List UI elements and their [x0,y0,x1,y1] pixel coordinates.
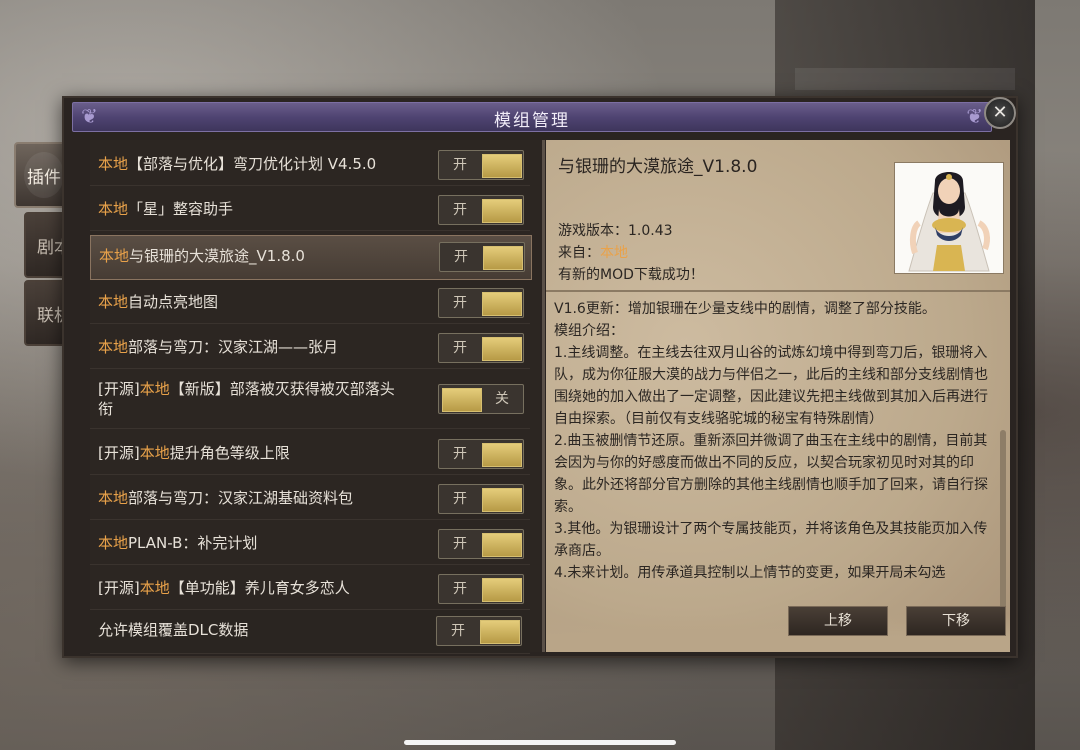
mod-toggle[interactable]: 开 [438,195,524,225]
mod-row[interactable]: [开源]本地【单功能】养儿育女多恋人 开 [90,566,530,610]
mod-toggle[interactable]: 开 [438,574,524,604]
mod-toggle[interactable]: 开 [438,439,524,469]
description-line: V1.6更新：增加银珊在少量支线中的剧情，调整了部分技能。 [554,301,936,317]
mod-list: 本地【部落与优化】弯刀优化计划 V4.5.0 开 本地「星」整容助手 开 本地与… [90,140,540,654]
mod-description: V1.6更新：增加银珊在少量支线中的剧情，调整了部分技能。 模组介绍： 1.主线… [554,298,996,584]
mod-row[interactable]: 本地部落与弯刀：汉家江湖基础资料包 开 [90,476,530,520]
mod-toggle[interactable]: 关 [438,384,524,414]
mod-row[interactable]: 本地【部落与优化】弯刀优化计划 V4.5.0 开 [90,142,530,186]
mod-toggle[interactable]: 开 [438,288,524,318]
mod-name: 本地【部落与优化】弯刀优化计划 V4.5.0 [98,155,377,173]
mod-row[interactable]: 本地部落与弯刀：汉家江湖——张月 开 [90,325,530,369]
description-line: 4.未来计划。用传承道具控制以上情节的变更，如果开局未勾选 [554,565,946,581]
description-line: 模组介绍： [554,323,624,339]
mod-name: 本地PLAN-B：补完计划 [98,534,258,552]
mod-row[interactable]: [开源]本地【新版】部落被灭获得被灭部落头衔 关 [90,370,530,429]
dlc-override-toggle[interactable]: 开 [436,616,522,646]
mod-name: 本地自动点亮地图 [98,293,219,311]
mod-name: [开源]本地【单功能】养儿育女多恋人 [98,579,350,597]
close-icon: ✕ [992,102,1008,123]
mod-toggle[interactable]: 开 [439,242,525,272]
move-down-button[interactable]: 下移 [906,606,1006,636]
close-button[interactable]: ✕ [984,97,1016,129]
mod-row[interactable]: [开源]本地提升角色等级上限 开 [90,431,530,475]
mod-row[interactable]: 本地自动点亮地图 开 [90,280,530,324]
character-portrait [894,162,1004,274]
download-status: 有新的MOD下载成功！ [558,267,704,283]
panel-divider [542,140,545,652]
mod-detail-header: 与银珊的大漠旅途_V1.8.0 游戏版本：1.0.43 来自：本地 有新的MOD… [546,140,1010,292]
mod-row[interactable]: 本地「星」整容助手 开 [90,187,530,231]
home-indicator [404,740,676,745]
mod-toggle[interactable]: 开 [438,484,524,514]
dlc-override-row[interactable]: 允许模组覆盖DLC数据 开 [90,610,530,654]
mod-name: 本地「星」整容助手 [98,200,234,218]
mod-name: [开源]本地【新版】部落被灭获得被灭部落头衔 [98,380,395,418]
description-line: 1.主线调整。在主线去往双月山谷的试炼幻境中得到弯刀后，银珊将入队，成为你征服大… [554,345,988,427]
window-title: 模组管理 [494,111,570,131]
mod-row-selected[interactable]: 本地与银珊的大漠旅途_V1.8.0 开 [90,235,532,280]
description-scrollbar[interactable] [1000,430,1006,630]
character-portrait-image [895,163,1003,273]
mod-name: 本地与银珊的大漠旅途_V1.8.0 [99,247,305,265]
dlc-override-label: 允许模组覆盖DLC数据 [98,621,249,639]
game-version: 游戏版本：1.0.43 [558,223,673,239]
title-bar: ❦ ❦ 模组管理 [72,102,992,132]
mod-name: 本地部落与弯刀：汉家江湖基础资料包 [98,489,354,507]
background-bar [795,68,1015,90]
mod-row[interactable]: 本地PLAN-B：补完计划 开 [90,521,530,565]
mod-toggle[interactable]: 开 [438,333,524,363]
description-line: 2.曲玉被删情节还原。重新添回并微调了曲玉在主线中的剧情，目前其会因为与你的好感… [554,433,988,515]
mod-name: 本地部落与弯刀：汉家江湖——张月 [98,338,339,356]
tab-plugins-label: 插件 [27,167,61,188]
mod-detail-panel: 与银珊的大漠旅途_V1.8.0 游戏版本：1.0.43 来自：本地 有新的MOD… [546,140,1010,652]
mod-source: 来自：本地 [558,245,628,261]
mod-toggle[interactable]: 开 [438,150,524,180]
mod-toggle[interactable]: 开 [438,529,524,559]
mod-name: [开源]本地提升角色等级上限 [98,444,290,462]
description-line: 3.其他。为银珊设计了两个专属技能页，并将该角色及其技能页加入传承商店。 [554,521,988,559]
mod-detail-title: 与银珊的大漠旅途_V1.8.0 [558,157,758,177]
move-up-button[interactable]: 上移 [788,606,888,636]
